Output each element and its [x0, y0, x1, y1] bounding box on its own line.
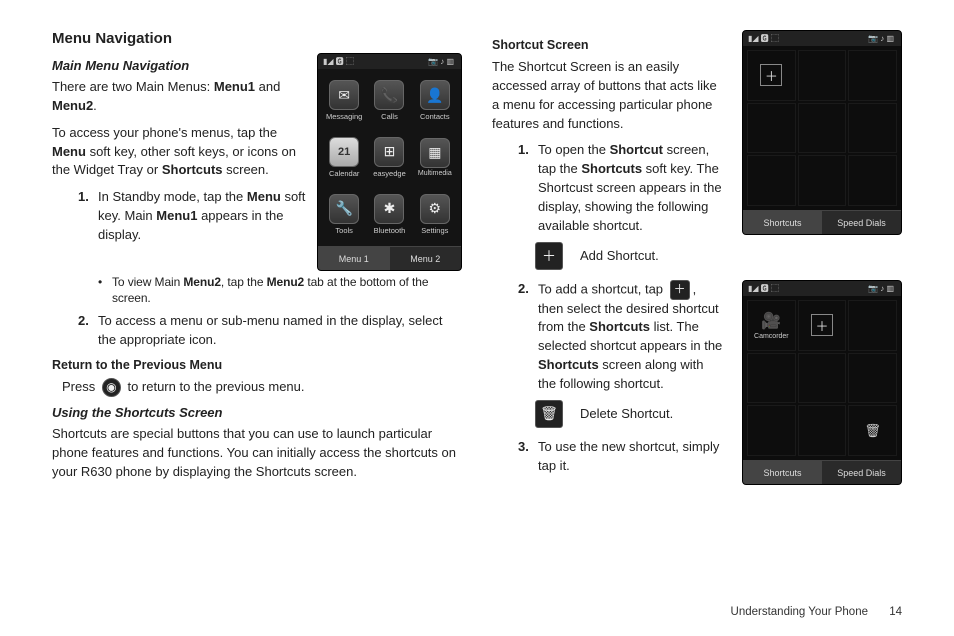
paragraph-shortcut-screen-intro: The Shortcut Screen is an easily accesse…: [492, 58, 724, 133]
plus-icon-inline: ＋: [670, 280, 690, 300]
tools-icon: 🔧: [329, 194, 359, 224]
step-2: To access a menu or sub-menu named in th…: [78, 312, 462, 350]
messaging-icon: ✉: [329, 80, 359, 110]
paragraph-press-return: Press ◉ to return to the previous menu.: [62, 378, 462, 397]
tab-speed-dials: Speed Dials: [822, 210, 901, 234]
tab-speed-dials-2: Speed Dials: [822, 460, 901, 484]
paragraph-shortcuts-intro: Shortcuts are special buttons that you c…: [52, 425, 462, 482]
paragraph-access-menus: To access your phone's menus, tap the Me…: [52, 124, 307, 181]
heading-using-shortcuts-screen: Using the Shortcuts Screen: [52, 405, 462, 420]
calls-icon: 📞: [374, 80, 404, 110]
left-column: Menu Navigation Main Menu Navigation The…: [52, 30, 462, 570]
tab-shortcuts: Shortcuts: [743, 210, 822, 234]
step-1: In Standby mode, tap the Menu soft key. …: [78, 188, 307, 245]
calendar-icon: 21: [329, 137, 359, 167]
bluetooth-icon: ✱: [374, 194, 404, 224]
sc-step-1: To open the Shortcut screen, tap the Sho…: [518, 141, 724, 235]
sc-step-2: To add a shortcut, tap ＋, then select th…: [518, 280, 724, 394]
heading-shortcut-screen: Shortcut Screen: [492, 38, 724, 52]
trash-icon: 🗑: [535, 400, 563, 428]
plus-icon: ＋: [535, 242, 563, 270]
contacts-icon: 👤: [420, 80, 450, 110]
add-shortcut-cell: ＋: [760, 64, 782, 86]
camcorder-icon: 🎥: [761, 311, 781, 331]
tab-shortcuts-2: Shortcuts: [743, 460, 822, 484]
paragraph-two-main-menus: There are two Main Menus: Menu1 and Menu…: [52, 78, 307, 116]
multimedia-icon: ▦: [420, 138, 450, 168]
easyedge-icon: ⊞: [374, 137, 404, 167]
heading-return-previous-menu: Return to the Previous Menu: [52, 358, 462, 372]
phone-screenshot-main-menu: ▮◢🅶 ⬚ 📷 ♪ ▥ ✉Messaging 📞Calls 👤Contacts …: [317, 53, 462, 271]
delete-shortcut-legend: 🗑 Delete Shortcut.: [532, 400, 724, 428]
footer-section-title: Understanding Your Phone: [731, 606, 868, 618]
settings-icon: ⚙: [420, 194, 450, 224]
heading-menu-navigation: Menu Navigation: [52, 30, 462, 47]
page-footer: Understanding Your Phone 14: [731, 606, 902, 618]
phone-screenshot-shortcuts-empty: ▮◢🅶 ⬚ 📷 ♪ ▥ ＋ Shortcuts Speed Dials: [742, 30, 902, 235]
trash-icon-cell: 🗑: [864, 423, 881, 439]
tab-menu1: Menu 1: [318, 246, 390, 270]
back-button-icon: ◉: [102, 378, 121, 397]
tab-menu2: Menu 2: [390, 246, 462, 270]
heading-main-menu-navigation: Main Menu Navigation: [52, 58, 307, 73]
phone-screenshot-shortcuts-added: ▮◢🅶 ⬚ 📷 ♪ ▥ 🎥 Camcorder ＋ 🗑 Shortcuts Sp…: [742, 280, 902, 485]
substep-view-menu2: To view Main Menu2, tap the Menu2 tab at…: [98, 274, 462, 306]
sc-step-3: To use the new shortcut, simply tap it.: [518, 438, 724, 476]
add-shortcut-legend: ＋ Add Shortcut.: [532, 242, 724, 270]
right-column: Shortcut Screen The Shortcut Screen is a…: [492, 30, 902, 570]
add-shortcut-cell-2: ＋: [811, 314, 833, 336]
page-number: 14: [889, 606, 902, 618]
